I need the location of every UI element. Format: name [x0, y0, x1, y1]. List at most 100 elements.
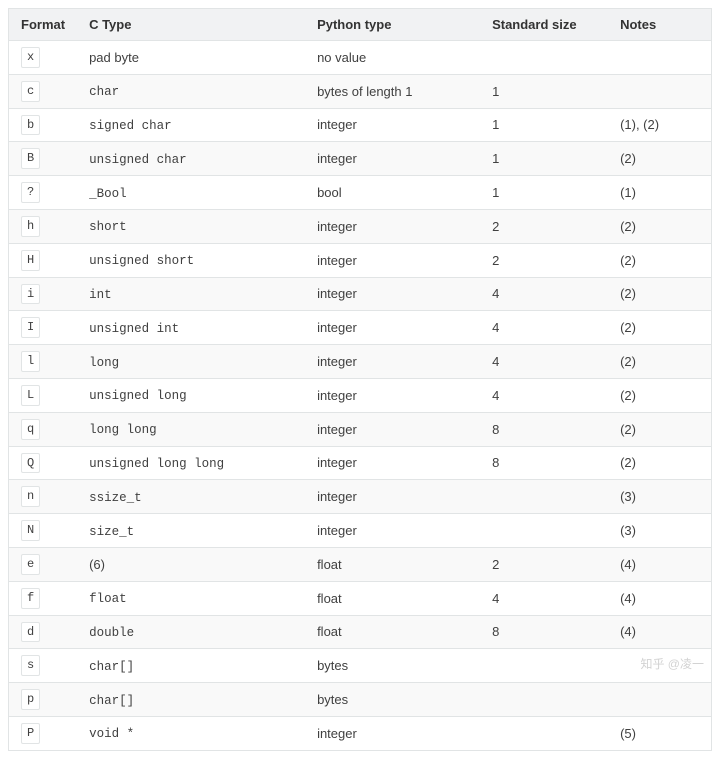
cell-format: L — [9, 378, 78, 412]
header-format: Format — [9, 9, 78, 41]
ctype-text: char[] — [89, 660, 134, 674]
cell-size: 1 — [480, 142, 608, 176]
table-row: pchar[]bytes — [9, 683, 712, 717]
cell-notes: (2) — [608, 446, 711, 480]
cell-notes: (2) — [608, 243, 711, 277]
cell-pytype: bytes of length 1 — [305, 74, 480, 108]
cell-format: f — [9, 581, 78, 615]
format-code: H — [21, 250, 40, 271]
cell-ctype: unsigned long long — [77, 446, 305, 480]
ctype-text: unsigned long long — [89, 457, 224, 471]
cell-notes: (2) — [608, 142, 711, 176]
cell-format: N — [9, 514, 78, 548]
table-row: Hunsigned shortinteger2(2) — [9, 243, 712, 277]
cell-format: s — [9, 649, 78, 683]
cell-notes: (4) — [608, 615, 711, 649]
table-row: nssize_tinteger(3) — [9, 480, 712, 514]
table-row: Pvoid *integer(5) — [9, 716, 712, 750]
cell-notes — [608, 649, 711, 683]
cell-format: I — [9, 311, 78, 345]
cell-ctype: pad byte — [77, 41, 305, 75]
cell-ctype: double — [77, 615, 305, 649]
cell-size — [480, 480, 608, 514]
ctype-text: float — [89, 592, 127, 606]
format-code: f — [21, 588, 40, 609]
cell-pytype: integer — [305, 514, 480, 548]
table-row: iintinteger4(2) — [9, 277, 712, 311]
ctype-text: int — [89, 288, 112, 302]
cell-notes — [608, 41, 711, 75]
table-row: Iunsigned intinteger4(2) — [9, 311, 712, 345]
cell-notes: (2) — [608, 209, 711, 243]
format-code: N — [21, 520, 40, 541]
cell-size: 8 — [480, 412, 608, 446]
cell-size: 4 — [480, 345, 608, 379]
ctype-text: pad byte — [89, 50, 139, 65]
ctype-text: unsigned long — [89, 389, 187, 403]
cell-format: h — [9, 209, 78, 243]
cell-size: 1 — [480, 176, 608, 210]
cell-ctype: size_t — [77, 514, 305, 548]
ctype-text: size_t — [89, 525, 134, 539]
cell-notes: (2) — [608, 412, 711, 446]
table-row: d double float8(4) — [9, 615, 712, 649]
cell-size: 4 — [480, 311, 608, 345]
cell-format: q — [9, 412, 78, 446]
table-row: e(6)float2(4) — [9, 547, 712, 581]
table-row: Lunsigned longinteger4(2) — [9, 378, 712, 412]
cell-notes: (2) — [608, 345, 711, 379]
cell-notes — [608, 683, 711, 717]
format-code: q — [21, 419, 40, 440]
cell-format: n — [9, 480, 78, 514]
ctype-text: double — [89, 626, 134, 640]
cell-pytype: integer — [305, 142, 480, 176]
cell-notes: (2) — [608, 311, 711, 345]
cell-notes: (4) — [608, 581, 711, 615]
cell-format: e — [9, 547, 78, 581]
ctype-text: char[] — [89, 694, 134, 708]
cell-ctype: long — [77, 345, 305, 379]
cell-size: 8 — [480, 615, 608, 649]
cell-size: 2 — [480, 547, 608, 581]
cell-pytype: float — [305, 615, 480, 649]
cell-size — [480, 514, 608, 548]
cell-pytype: bool — [305, 176, 480, 210]
header-ctype: C Type — [77, 9, 305, 41]
cell-format: Q — [9, 446, 78, 480]
table-row: ccharbytes of length 11 — [9, 74, 712, 108]
format-code: s — [21, 655, 40, 676]
cell-ctype: unsigned int — [77, 311, 305, 345]
format-table: Format C Type Python type Standard size … — [8, 8, 712, 751]
cell-notes: (2) — [608, 277, 711, 311]
cell-pytype: integer — [305, 345, 480, 379]
format-code: ? — [21, 182, 40, 203]
cell-notes: (1), (2) — [608, 108, 711, 142]
cell-ctype: long long — [77, 412, 305, 446]
cell-pytype: integer — [305, 209, 480, 243]
cell-format: P — [9, 716, 78, 750]
cell-pytype: integer — [305, 311, 480, 345]
ctype-text: ssize_t — [89, 491, 142, 505]
ctype-text: (6) — [89, 557, 105, 572]
format-code: d — [21, 622, 40, 643]
cell-pytype: float — [305, 547, 480, 581]
ctype-text: long long — [89, 423, 157, 437]
cell-ctype: signed char — [77, 108, 305, 142]
table-row: bsigned charinteger1(1), (2) — [9, 108, 712, 142]
table-row: Bunsigned charinteger1(2) — [9, 142, 712, 176]
cell-notes: (5) — [608, 716, 711, 750]
cell-ctype: float — [77, 581, 305, 615]
header-notes: Notes — [608, 9, 711, 41]
cell-pytype: bytes — [305, 683, 480, 717]
cell-pytype: integer — [305, 446, 480, 480]
cell-size — [480, 716, 608, 750]
table-row: hshortinteger2(2) — [9, 209, 712, 243]
format-code: e — [21, 554, 40, 575]
ctype-text: signed char — [89, 119, 172, 133]
cell-size — [480, 683, 608, 717]
cell-format: ? — [9, 176, 78, 210]
table-row: ffloatfloat4(4) — [9, 581, 712, 615]
cell-pytype: integer — [305, 480, 480, 514]
cell-pytype: bytes — [305, 649, 480, 683]
cell-size: 2 — [480, 209, 608, 243]
